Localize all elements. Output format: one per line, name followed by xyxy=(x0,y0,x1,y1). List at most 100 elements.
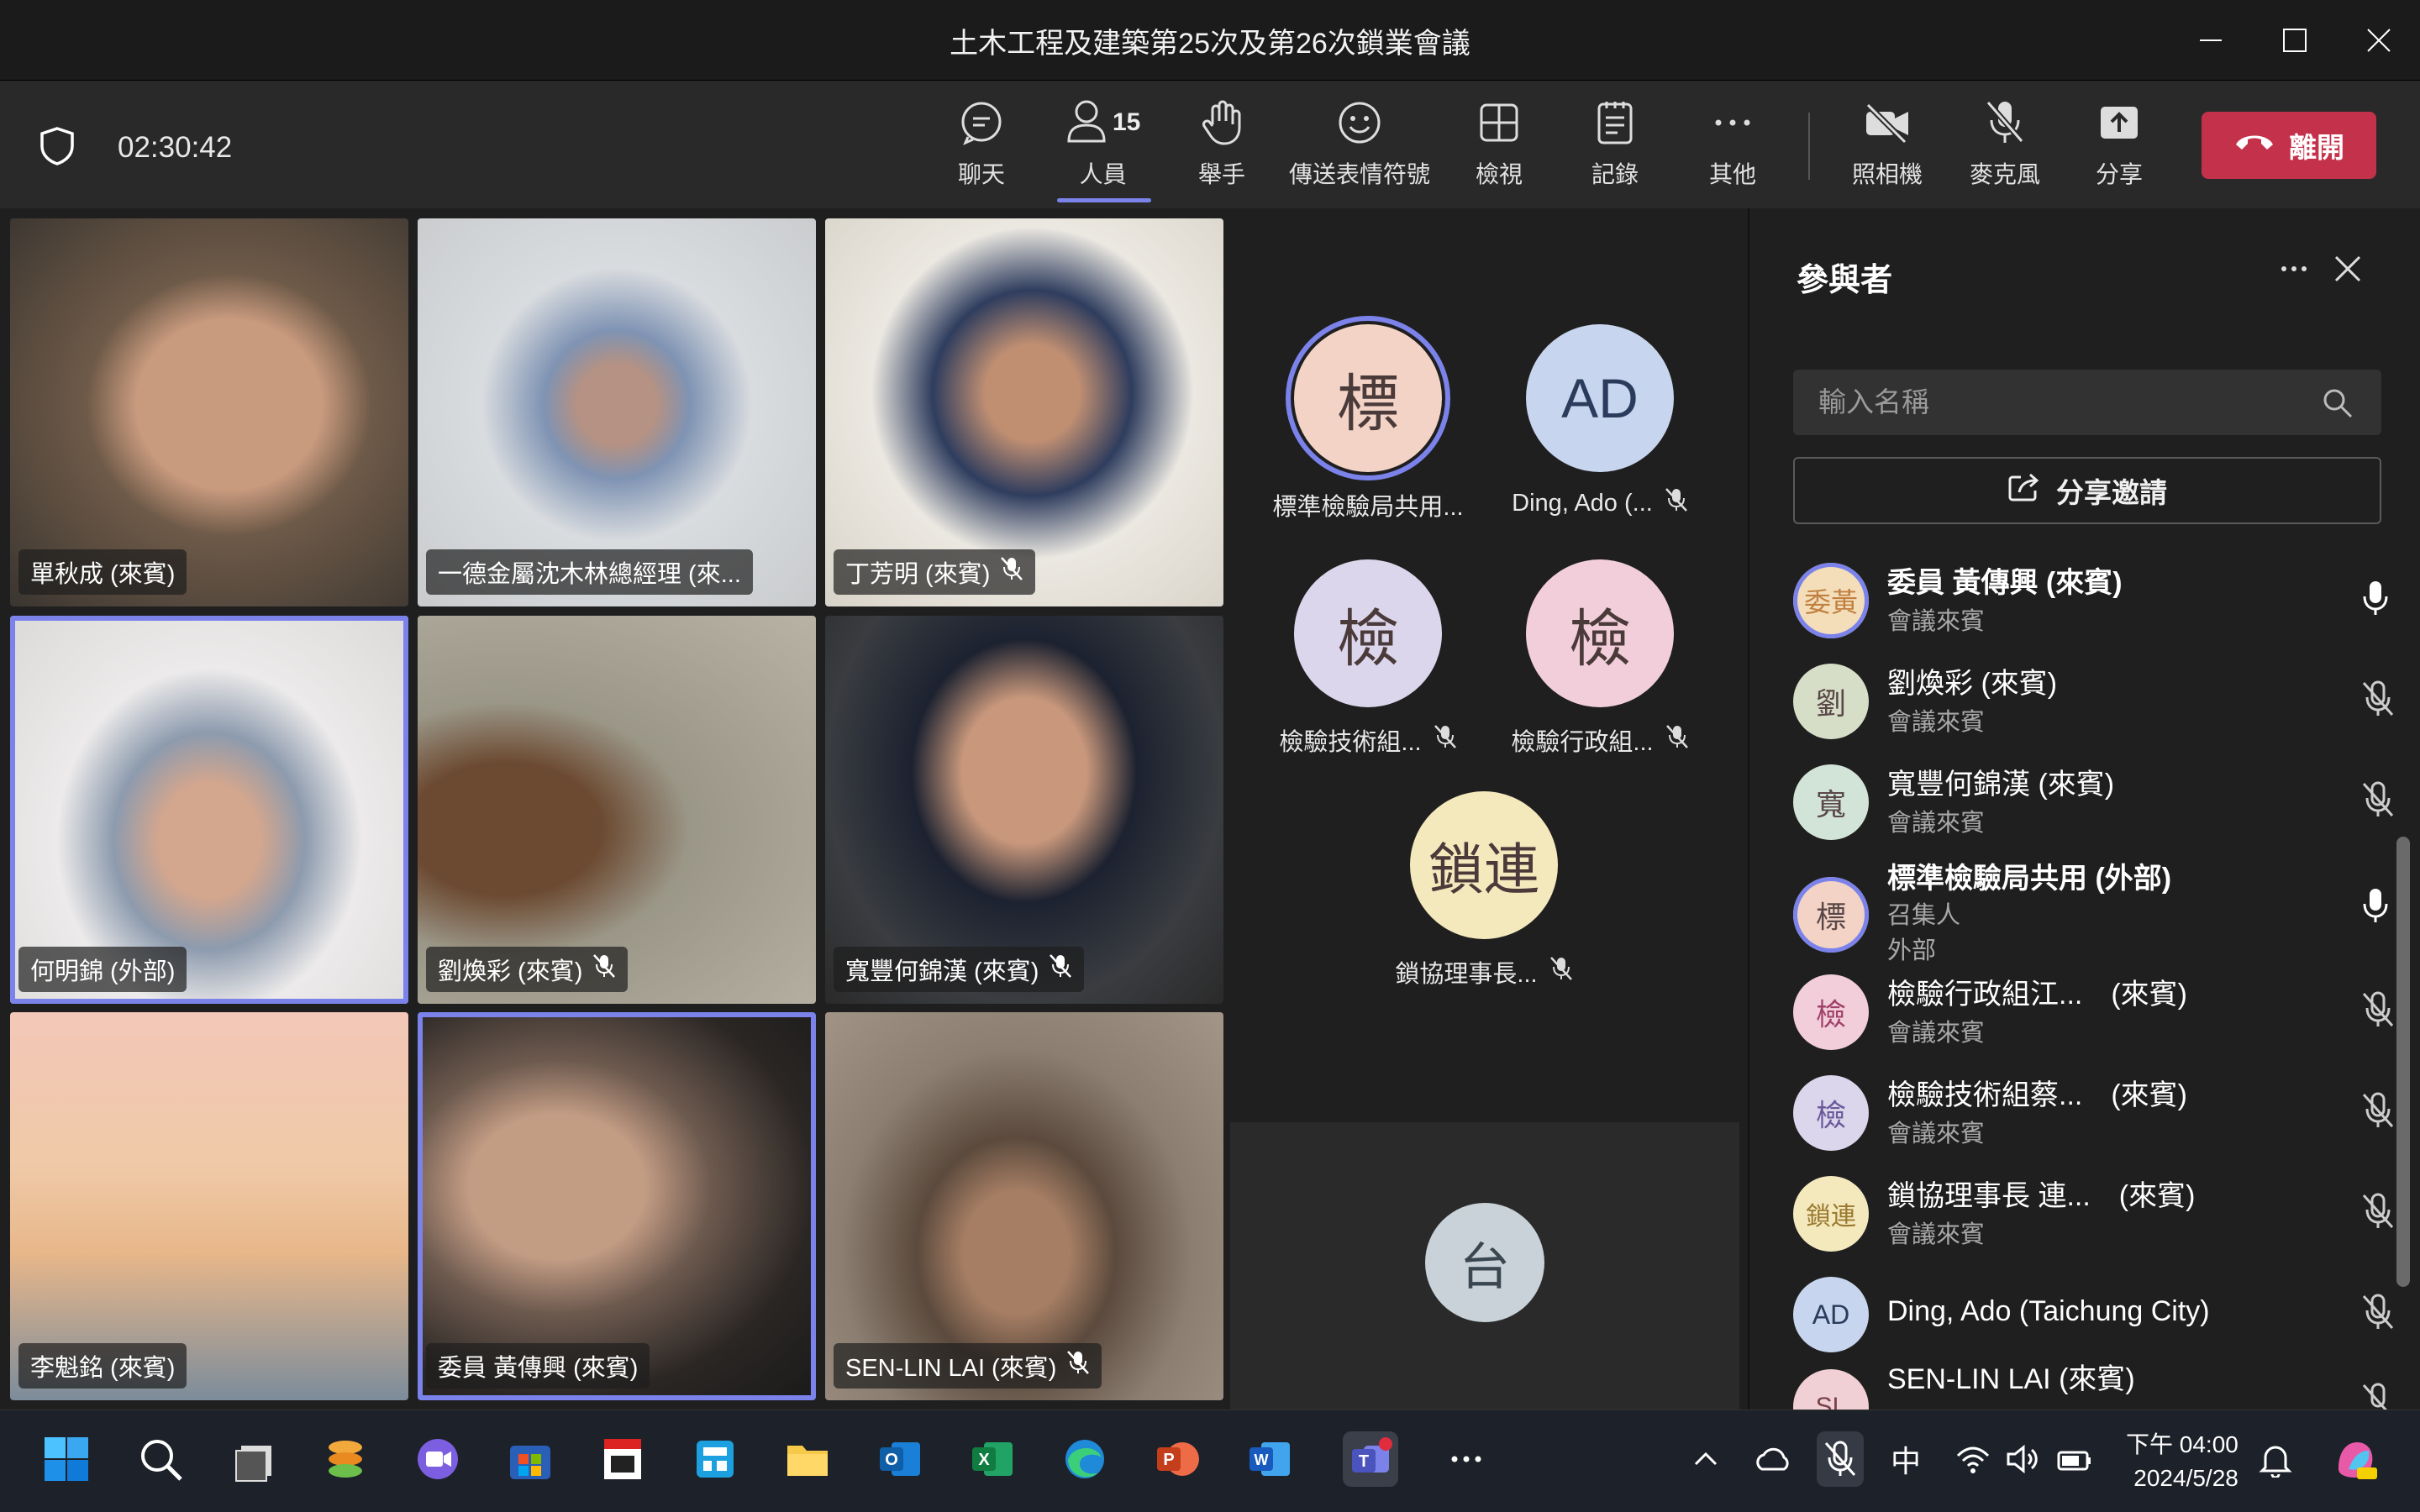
video-tile-speaking[interactable]: 何明錦 (外部) xyxy=(10,616,408,1004)
excel-icon[interactable]: X xyxy=(965,1431,1020,1487)
avatar: 標 xyxy=(1793,877,1869,953)
mic-on-icon xyxy=(2361,580,2390,621)
camera-off-icon xyxy=(1863,97,1912,148)
view-button[interactable]: 檢視 xyxy=(1476,97,1523,192)
mic-label: 麥克風 xyxy=(1970,161,2041,187)
participant-name: 寬豐何錦漢 (來賓) xyxy=(1887,769,2115,801)
tile-name-label: 寬豐何錦漢 (來賓) xyxy=(834,947,1085,992)
share-invite-button[interactable]: 分享邀請 xyxy=(1793,457,2381,524)
taskbar-more-icon[interactable] xyxy=(1439,1431,1494,1487)
maximize-button[interactable] xyxy=(2257,12,2333,69)
onedrive-cloud-icon[interactable] xyxy=(1749,1431,1797,1487)
participant-row[interactable]: 檢 檢驗技術組蔡... (來賓) 會議來賓 xyxy=(1793,1067,2415,1159)
close-panel-icon[interactable] xyxy=(2331,252,2365,290)
participant-name: SEN-LIN LAI (來賓) xyxy=(1887,1363,2135,1395)
tile-name-label: 何明錦 (外部) xyxy=(18,947,187,992)
panel-scrollbar[interactable] xyxy=(2396,837,2410,1287)
window-title: 土木工程及建築第25次及第26次鎖業會議 xyxy=(950,28,1470,60)
copilot-icon[interactable] xyxy=(2328,1431,2383,1487)
file-explorer-icon[interactable] xyxy=(780,1431,835,1487)
avatar: 鎖連 xyxy=(1793,1176,1869,1252)
calculator-app-icon[interactable] xyxy=(687,1431,743,1487)
video-tile[interactable]: 劉煥彩 (來賓) xyxy=(418,616,816,1004)
avatar: 檢 xyxy=(1793,974,1869,1050)
task-view-icon[interactable] xyxy=(227,1431,282,1487)
video-tile[interactable]: 單秋成 (來賓) xyxy=(10,218,408,606)
search-participants-input[interactable] xyxy=(1793,370,2381,435)
windows-start-icon[interactable] xyxy=(39,1431,94,1487)
notes-button[interactable]: 記錄 xyxy=(1591,97,1639,192)
battery-icon[interactable] xyxy=(2050,1431,2097,1487)
video-tile[interactable]: SEN-LIN LAI (來賓) xyxy=(825,1012,1223,1400)
volume-icon[interactable] xyxy=(2000,1431,2047,1487)
camera-button[interactable]: 照相機 xyxy=(1852,97,1923,192)
avatar-tile[interactable]: 檢 檢驗技術組... xyxy=(1267,559,1469,758)
leave-button[interactable]: 離開 xyxy=(2202,112,2376,179)
outlook-icon[interactable]: O xyxy=(872,1431,928,1487)
database-app-icon[interactable] xyxy=(595,1431,650,1487)
participant-name: 劉煥彩 (來賓) xyxy=(1887,668,2058,700)
participant-row[interactable]: 劉 劉煥彩 (來賓) 會議來賓 xyxy=(1793,655,2415,748)
participant-row[interactable]: 委黃 委員 黃傳興 (來賓) 會議來賓 xyxy=(1793,554,2415,647)
avatar-name: Ding, Ado (... xyxy=(1512,487,1688,519)
mic-muted-tray-icon[interactable] xyxy=(1817,1431,1864,1487)
taskbar-clock[interactable]: 下午 04:00 2024/5/28 xyxy=(2126,1428,2238,1495)
participant-row[interactable]: 鎖連 鎖協理事長 連... (來賓) 會議來賓 xyxy=(1793,1168,2415,1260)
avatar-tile[interactable]: 標 標準檢驗局共用... xyxy=(1267,316,1469,522)
more-button[interactable]: 其他 xyxy=(1709,97,1756,192)
chat-button[interactable]: 聊天 xyxy=(958,97,1005,192)
video-tile[interactable]: 寬豐何錦漢 (來賓) xyxy=(825,616,1223,1004)
notes-label: 記錄 xyxy=(1591,161,1639,187)
mic-on-icon xyxy=(2361,887,2390,928)
avatar: 寬 xyxy=(1793,764,1869,840)
video-tile[interactable]: 李魁銘 (來賓) xyxy=(10,1012,408,1400)
teams-icon[interactable]: T xyxy=(1343,1431,1398,1487)
word-icon[interactable]: W xyxy=(1242,1431,1297,1487)
people-button[interactable]: 15 人員 xyxy=(1065,97,1140,192)
mic-off-icon xyxy=(2361,781,2395,822)
participant-row[interactable]: AD Ding, Ado (Taichung City) xyxy=(1793,1268,2415,1361)
participants-panel: 參與者 分享邀請 委黃 委員 黃傳興 (來賓) 會議來賓 劉 劉煥彩 (來賓) … xyxy=(1748,208,2420,1410)
reactions-button[interactable]: 傳送表情符號 xyxy=(1289,97,1430,192)
close-window-button[interactable] xyxy=(2341,12,2417,69)
video-tile[interactable]: 丁芳明 (來賓) xyxy=(825,218,1223,606)
avatar-tile[interactable]: 鎖連 鎖協理事長... xyxy=(1383,791,1585,990)
self-preview-tile[interactable]: 台 xyxy=(1230,1122,1739,1410)
view-label: 檢視 xyxy=(1476,161,1523,187)
participant-row[interactable]: 寬 寬豐何錦漢 (來賓) 會議來賓 xyxy=(1793,756,2415,848)
avatar-tile[interactable]: AD Ding, Ado (... xyxy=(1499,324,1701,519)
video-tile[interactable]: 一德金屬沈木林總經理 (來... xyxy=(418,218,816,606)
muted-mic-icon xyxy=(1000,556,1023,588)
minimize-button[interactable] xyxy=(2173,12,2249,69)
app-stack-icon[interactable] xyxy=(318,1431,373,1487)
participant-role: 會議來賓 xyxy=(1887,810,1986,837)
participant-row[interactable]: 標 標準檢驗局共用 (外部) 召集人 外部 xyxy=(1793,852,2415,978)
share-button[interactable]: 分享 xyxy=(2096,97,2143,192)
participant-name: 檢驗技術組蔡... (來賓) xyxy=(1887,1079,2187,1111)
camera-label: 照相機 xyxy=(1852,161,1923,187)
search-taskbar-icon[interactable] xyxy=(133,1431,188,1487)
avatar: 標 xyxy=(1286,316,1450,480)
participant-role: 會議來賓 xyxy=(1887,1121,1986,1147)
avatar: 檢 xyxy=(1793,1075,1869,1151)
notification-bell-icon[interactable] xyxy=(2252,1431,2299,1487)
participant-row[interactable]: SL SEN-LIN LAI (來賓) xyxy=(1793,1356,2415,1410)
powerpoint-icon[interactable]: P xyxy=(1150,1431,1205,1487)
ime-indicator[interactable]: 中 xyxy=(1882,1431,1929,1487)
chat-icon xyxy=(958,97,1005,148)
avatar-tile[interactable]: 檢 檢驗行政組... xyxy=(1499,559,1701,758)
avatar: AD xyxy=(1793,1277,1869,1352)
video-chat-icon[interactable] xyxy=(410,1431,466,1487)
chevron-up-icon[interactable] xyxy=(1682,1431,1729,1487)
participant-row[interactable]: 檢 檢驗行政組江... (來賓) 會議來賓 xyxy=(1793,966,2415,1058)
wifi-icon[interactable] xyxy=(1949,1431,1996,1487)
store-icon[interactable] xyxy=(502,1431,558,1487)
mic-button[interactable]: 麥克風 xyxy=(1970,97,2040,192)
video-tile-speaking[interactable]: 委員 黃傳興 (來賓) xyxy=(418,1012,816,1400)
people-label: 人員 xyxy=(1079,161,1127,187)
panel-more-icon[interactable] xyxy=(2277,252,2311,290)
title-bar: 土木工程及建築第25次及第26次鎖業會議 xyxy=(0,0,2420,81)
raise-hand-button[interactable]: 舉手 xyxy=(1198,97,1245,192)
shield-icon[interactable] xyxy=(39,126,76,171)
edge-browser-icon[interactable] xyxy=(1057,1431,1113,1487)
